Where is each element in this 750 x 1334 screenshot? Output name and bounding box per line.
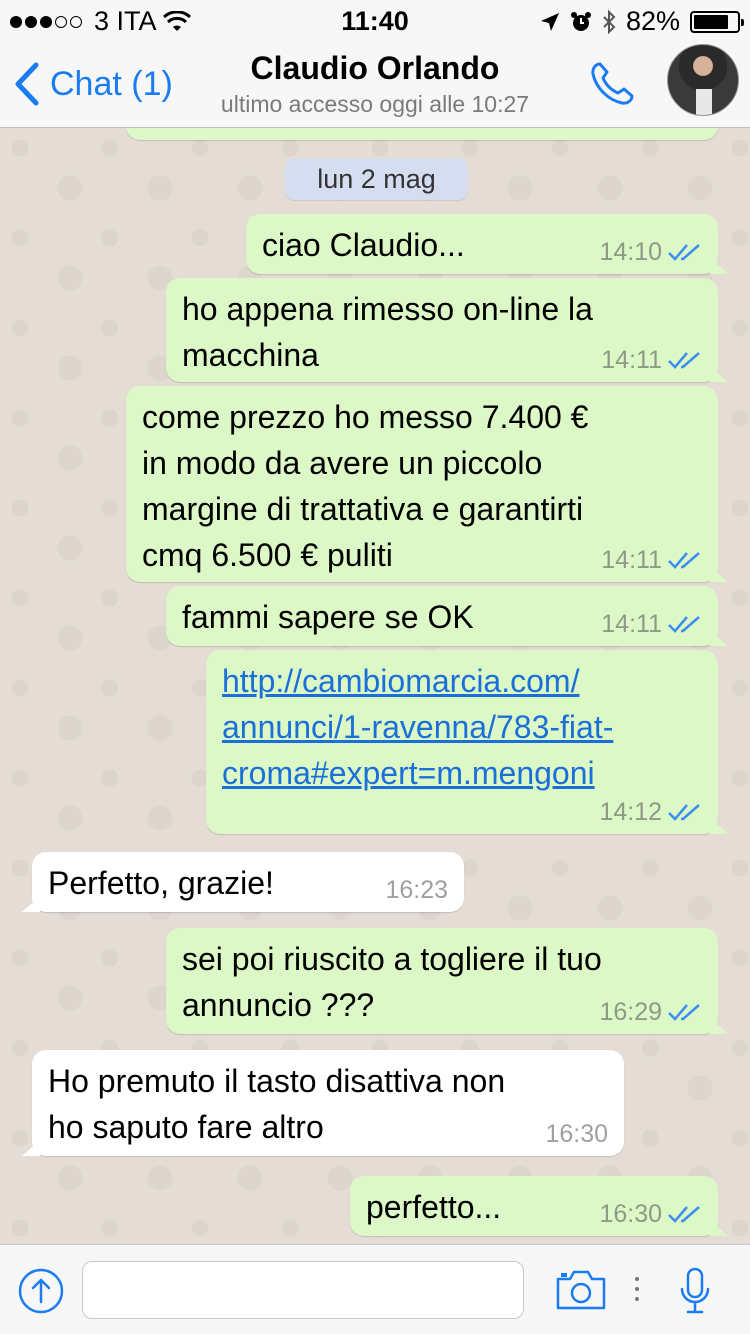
back-button[interactable]: Chat (1) bbox=[14, 62, 173, 106]
battery-icon bbox=[690, 10, 744, 33]
message-meta: 14:11 bbox=[601, 610, 702, 638]
message-bubble-outgoing[interactable]: perfetto... 16:30 bbox=[350, 1176, 728, 1236]
double-check-icon bbox=[668, 1206, 700, 1223]
battery-fill bbox=[694, 14, 729, 29]
more-dots-icon[interactable] bbox=[633, 1277, 641, 1307]
call-button[interactable] bbox=[586, 58, 638, 115]
message-list[interactable]: lun 2 mag ciao Claudio... 14:10 ho appen… bbox=[0, 128, 750, 1244]
message-time: 16:30 bbox=[599, 1200, 662, 1228]
location-arrow-icon bbox=[540, 12, 559, 31]
contact-info[interactable]: Claudio Orlando ultimo accesso oggi alle… bbox=[150, 50, 600, 118]
message-text: come prezzo ho messo 7.400 € in modo da … bbox=[142, 399, 589, 573]
message-meta: 14:12 bbox=[599, 798, 702, 826]
message-text: Ho premuto il tasto disattiva non ho sap… bbox=[48, 1063, 506, 1145]
message-text: ciao Claudio... bbox=[262, 227, 465, 263]
message-link[interactable]: http://cambiomarcia.com/ annunci/1-raven… bbox=[222, 658, 613, 796]
message-bubble-incoming[interactable]: Perfetto, grazie! 16:23 bbox=[22, 852, 464, 912]
message-meta: 14:11 bbox=[601, 546, 702, 574]
message-meta: 14:10 bbox=[599, 238, 702, 266]
message-meta: 16:30 bbox=[545, 1120, 608, 1148]
message-text: Perfetto, grazie! bbox=[48, 865, 274, 901]
message-text: ho appena rimesso on-line la macchina bbox=[182, 291, 593, 373]
bluetooth-icon bbox=[603, 9, 616, 34]
message-bubble-outgoing[interactable]: ho appena rimesso on-line la macchina 14… bbox=[166, 278, 728, 382]
share-arrow-icon bbox=[18, 1268, 64, 1314]
message-time: 14:11 bbox=[601, 610, 662, 638]
message-input[interactable] bbox=[82, 1261, 524, 1319]
chat-header: Chat (1) Claudio Orlando ultimo accesso … bbox=[0, 40, 750, 128]
message-meta: 16:29 bbox=[599, 998, 702, 1026]
camera-icon bbox=[556, 1270, 606, 1310]
microphone-button[interactable] bbox=[679, 1267, 711, 1320]
contact-name: Claudio Orlando bbox=[250, 50, 500, 86]
microphone-icon bbox=[680, 1267, 710, 1314]
message-bubble-outgoing[interactable]: sei poi riuscito a togliere il tuo annun… bbox=[166, 928, 728, 1034]
message-time: 16:30 bbox=[545, 1120, 608, 1148]
share-button[interactable] bbox=[18, 1268, 64, 1319]
alarm-clock-icon bbox=[570, 11, 591, 31]
message-time: 14:11 bbox=[601, 546, 662, 574]
message-bubble-outgoing[interactable]: ciao Claudio... 14:10 bbox=[246, 214, 728, 274]
message-text: sei poi riuscito a togliere il tuo annun… bbox=[182, 941, 602, 1023]
contact-last-seen: ultimo accesso oggi alle 10:27 bbox=[220, 91, 530, 117]
message-bubble-incoming[interactable]: Ho premuto il tasto disattiva non ho sap… bbox=[22, 1050, 624, 1156]
camera-button[interactable] bbox=[555, 1269, 607, 1316]
message-meta: 14:11 bbox=[601, 346, 702, 374]
double-check-icon bbox=[668, 552, 700, 569]
message-time: 16:23 bbox=[385, 876, 448, 904]
date-separator: lun 2 mag bbox=[285, 158, 468, 200]
message-time: 14:10 bbox=[599, 238, 662, 266]
message-meta: 16:23 bbox=[385, 876, 448, 904]
message-time: 14:12 bbox=[599, 798, 662, 826]
message-text: perfetto... bbox=[366, 1189, 502, 1225]
status-bar: 3 ITA 11:40 82% bbox=[0, 0, 750, 40]
message-meta: 16:30 bbox=[599, 1200, 702, 1228]
message-bubble-partial bbox=[126, 128, 718, 140]
message-bubble-outgoing[interactable]: fammi sapere se OK 14:11 bbox=[166, 586, 728, 646]
status-right: 82% bbox=[540, 6, 744, 37]
double-check-icon bbox=[668, 244, 700, 261]
message-time: 16:29 bbox=[599, 998, 662, 1026]
message-bubble-outgoing-link[interactable]: http://cambiomarcia.com/ annunci/1-raven… bbox=[206, 650, 728, 834]
double-check-icon bbox=[668, 616, 700, 633]
phone-icon bbox=[591, 62, 634, 105]
double-check-icon bbox=[668, 1004, 700, 1021]
message-text: fammi sapere se OK bbox=[182, 599, 474, 635]
chevron-left-icon bbox=[15, 62, 39, 106]
double-check-icon bbox=[668, 804, 700, 821]
message-bubble-outgoing[interactable]: come prezzo ho messo 7.400 € in modo da … bbox=[126, 386, 728, 582]
contact-avatar[interactable] bbox=[667, 44, 739, 116]
double-check-icon bbox=[668, 352, 700, 369]
message-time: 14:11 bbox=[601, 346, 662, 374]
battery-percent: 82% bbox=[625, 6, 680, 36]
composer-bar bbox=[0, 1244, 750, 1334]
